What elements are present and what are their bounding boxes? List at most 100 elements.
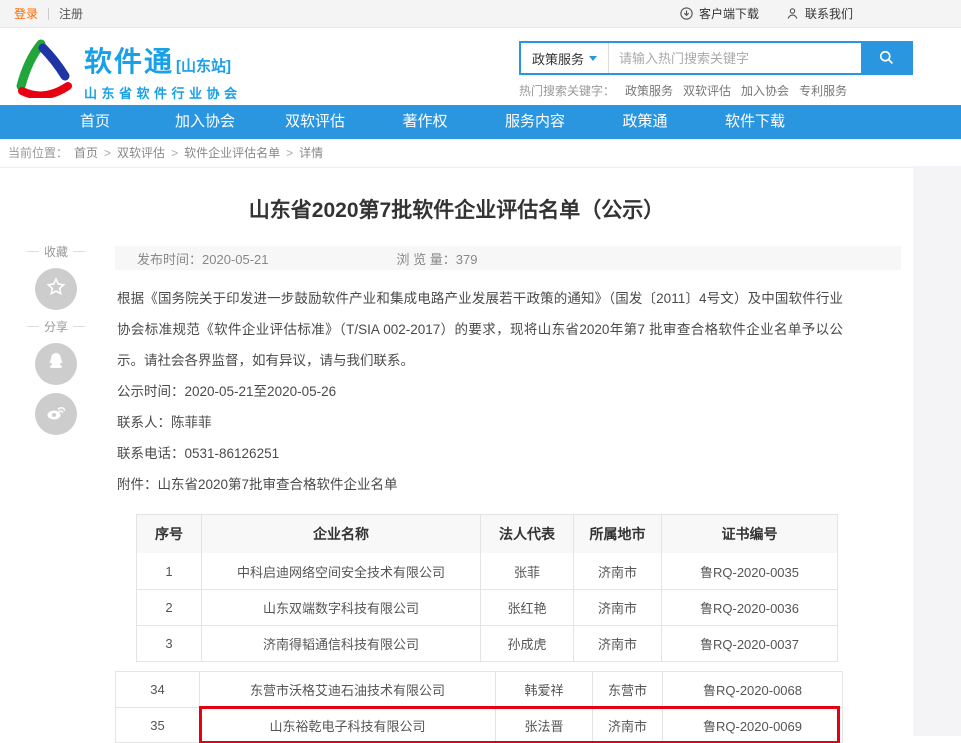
- qq-icon: [44, 350, 68, 379]
- table-cell: 1: [137, 553, 201, 589]
- table-header-cell: 序号: [137, 515, 201, 553]
- search-button[interactable]: [861, 43, 911, 73]
- hot-keywords: 政策服务双软评估加入协会专利服务: [625, 82, 847, 99]
- breadcrumb-separator: >: [171, 139, 178, 167]
- person-icon: [785, 6, 800, 21]
- table-cell: 张菲: [480, 553, 573, 589]
- divider: [48, 8, 49, 20]
- hot-keyword-2[interactable]: 双软评估: [683, 82, 731, 99]
- top-right-links: 客户端下载 联系我们: [679, 5, 853, 22]
- login-link[interactable]: 登录: [14, 5, 38, 22]
- breadcrumb-item-4[interactable]: 详情: [299, 139, 323, 167]
- contact-us-label: 联系我们: [805, 5, 853, 22]
- table-cell: 34: [116, 672, 199, 707]
- table-cell: 鲁RQ-2020-0068: [662, 672, 842, 707]
- publish-time-label: 发布时间：: [137, 252, 202, 267]
- weibo-icon: [44, 400, 68, 429]
- table-cell: 东营市: [592, 672, 662, 707]
- article-meta-bar: 发布时间：2020-05-21 浏 览 量：379: [115, 246, 901, 270]
- table-cell: 山东裕乾电子科技有限公司: [199, 708, 495, 742]
- table-row-34: 34东营市沃格艾迪石油技术有限公司韩爱祥东营市鲁RQ-2020-0068: [116, 672, 842, 707]
- paragraph-1: 根据《国务院关于印发进一步鼓励软件产业和集成电路产业发展若干政策的通知》（国发〔…: [117, 283, 843, 376]
- company-table-top: 序号企业名称法人代表所属地市证书编号 1中科启迪网络空间安全技术有限公司张菲济南…: [136, 514, 838, 662]
- favorite-section-label: 收藏: [27, 243, 85, 260]
- table-cell: 山东双端数字科技有限公司: [201, 590, 480, 625]
- view-count: 浏 览 量：379: [397, 249, 478, 268]
- search-category-dropdown[interactable]: 政策服务: [521, 43, 609, 73]
- table-cell: 孙成虎: [480, 626, 573, 661]
- table-row-3: 3济南得韬通信科技有限公司孙成虎济南市鲁RQ-2020-0037: [137, 625, 837, 661]
- main-nav: 首页加入协会双软评估著作权服务内容政策通软件下载: [0, 105, 961, 139]
- client-download-link[interactable]: 客户端下载: [679, 5, 759, 22]
- table-cell: 济南市: [592, 708, 662, 742]
- share-qq-button[interactable]: [35, 343, 77, 385]
- table-header-row: 序号企业名称法人代表所属地市证书编号: [137, 515, 837, 553]
- view-count-label: 浏 览 量：: [397, 252, 456, 267]
- table-cell: 鲁RQ-2020-0035: [661, 553, 837, 589]
- breadcrumb-item-2[interactable]: 双软评估: [117, 139, 165, 167]
- share-section-label: 分享: [27, 318, 85, 335]
- breadcrumb-separator: >: [104, 139, 111, 167]
- table-cell: 张法晋: [495, 708, 592, 742]
- paragraph-3: 联系人：陈菲菲: [117, 407, 843, 438]
- nav-item-6[interactable]: 政策通: [590, 105, 700, 139]
- breadcrumb-separator: >: [286, 139, 293, 167]
- dash-line: [27, 251, 39, 252]
- search-category-value: 政策服务: [532, 49, 584, 68]
- article-body: 根据《国务院关于印发进一步鼓励软件产业和集成电路产业发展若干政策的通知》（国发〔…: [117, 283, 843, 500]
- search-icon: [877, 48, 895, 69]
- table-cell: 中科启迪网络空间安全技术有限公司: [201, 553, 480, 589]
- company-table-bottom: 34东营市沃格艾迪石油技术有限公司韩爱祥东营市鲁RQ-2020-006835山东…: [115, 671, 843, 743]
- paragraph-4: 联系电话：0531-86126251: [117, 438, 843, 469]
- contact-us-link[interactable]: 联系我们: [785, 5, 853, 22]
- view-count-value: 379: [456, 252, 478, 267]
- table-row-1: 1中科启迪网络空间安全技术有限公司张菲济南市鲁RQ-2020-0035: [137, 553, 837, 589]
- table-header-cell: 证书编号: [661, 515, 837, 553]
- client-download-label: 客户端下载: [699, 5, 759, 22]
- table-cell: 2: [137, 590, 201, 625]
- nav-item-3[interactable]: 双软评估: [260, 105, 370, 139]
- site-logo-icon[interactable]: [10, 36, 78, 103]
- breadcrumb-item-1[interactable]: 首页: [74, 139, 98, 167]
- brand-station: [山东站]: [176, 55, 231, 76]
- favorite-button[interactable]: [35, 268, 77, 310]
- table-header-cell: 法人代表: [480, 515, 573, 553]
- search-input[interactable]: [609, 43, 861, 73]
- brand-name: 软件通: [84, 40, 174, 80]
- table-cell: 韩爱祥: [495, 672, 592, 707]
- share-weibo-button[interactable]: [35, 393, 77, 435]
- search-area: 政策服务 热门搜索关键字： 政策服务双软评估加入协会专利服务: [519, 41, 913, 99]
- table-header-cell: 企业名称: [201, 515, 480, 553]
- dash-line: [73, 326, 85, 327]
- favorite-label: 收藏: [44, 243, 68, 260]
- table-row-35: 35山东裕乾电子科技有限公司张法晋济南市鲁RQ-2020-0069: [116, 707, 842, 742]
- paragraph-2: 公示时间：2020-05-21至2020-05-26: [117, 376, 843, 407]
- publish-time: 发布时间：2020-05-21: [137, 249, 269, 268]
- auth-links: 登录 注册: [14, 5, 83, 22]
- breadcrumb-items: 首页>双软评估>软件企业评估名单>详情: [74, 139, 323, 167]
- search-box: 政策服务: [519, 41, 913, 75]
- chevron-down-icon: [589, 56, 597, 61]
- publish-time-value: 2020-05-21: [202, 252, 269, 267]
- hot-keyword-3[interactable]: 加入协会: [741, 82, 789, 99]
- nav-item-4[interactable]: 著作权: [370, 105, 480, 139]
- table-cell: 3: [137, 626, 201, 661]
- register-link[interactable]: 注册: [59, 5, 83, 22]
- breadcrumb-label: 当前位置：: [8, 139, 68, 167]
- breadcrumb-item-3[interactable]: 软件企业评估名单: [184, 139, 280, 167]
- side-toolbar: 收藏 分享: [27, 237, 85, 443]
- table-cell: 东营市沃格艾迪石油技术有限公司: [199, 672, 495, 707]
- cloud-download-icon: [679, 6, 694, 21]
- nav-item-7[interactable]: 软件下载: [700, 105, 810, 139]
- table-cell: 济南市: [573, 626, 661, 661]
- hot-keyword-4[interactable]: 专利服务: [799, 82, 847, 99]
- table-cell: 济南市: [573, 590, 661, 625]
- nav-item-5[interactable]: 服务内容: [480, 105, 590, 139]
- page: 登录 注册 客户端下载 联系我们: [0, 0, 961, 743]
- table-cell: 鲁RQ-2020-0036: [661, 590, 837, 625]
- nav-item-2[interactable]: 加入协会: [150, 105, 260, 139]
- breadcrumb: 当前位置： 首页>双软评估>软件企业评估名单>详情: [0, 139, 961, 168]
- brand-block[interactable]: 软件通 [山东站] 山东省软件行业协会: [84, 40, 242, 102]
- hot-keyword-1[interactable]: 政策服务: [625, 82, 673, 99]
- nav-item-1[interactable]: 首页: [40, 105, 150, 139]
